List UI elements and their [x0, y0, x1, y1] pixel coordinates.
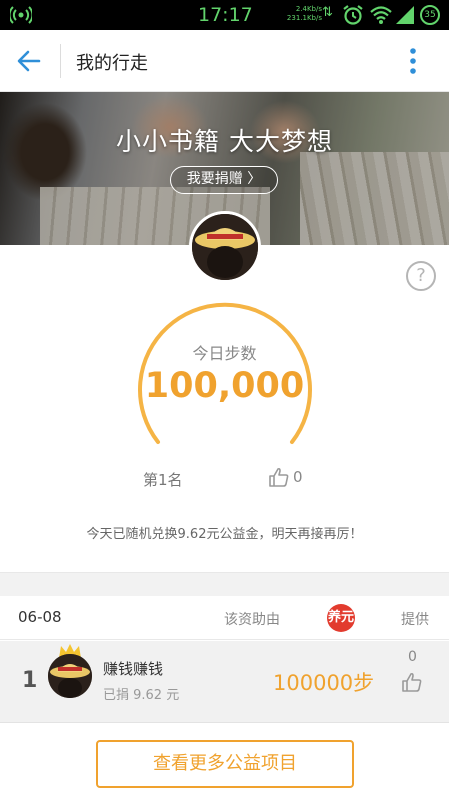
network-speed: 2.4Kb/s 231.1Kb/s — [286, 5, 322, 22]
sponsor-label: 该资助由 — [224, 612, 280, 628]
alarm-icon — [343, 5, 363, 25]
banner-headline: 小小书籍 大大梦想 — [116, 127, 333, 156]
avatar[interactable] — [189, 211, 261, 283]
straw-hat-avatar-icon — [48, 654, 92, 698]
section-divider — [0, 572, 449, 596]
clock: 17:17 — [198, 4, 253, 26]
provide-label: 提供 — [401, 612, 429, 628]
sponsor-logo-icon: 养元 — [327, 604, 355, 632]
rank-label: 第1名 — [143, 471, 183, 489]
divider — [60, 44, 61, 78]
row-username: 赚钱赚钱 — [103, 660, 164, 678]
status-bar: 17:17 2.4Kb/s 231.1Kb/s ⇅ 35 — [0, 0, 449, 30]
row-avatar — [48, 654, 92, 698]
thumbs-up-icon[interactable] — [268, 466, 290, 488]
more-options-icon[interactable] — [404, 46, 422, 76]
donate-button[interactable]: 我要捐赠 〉 — [170, 166, 278, 194]
ranking-date: 06-08 — [18, 608, 62, 626]
back-arrow-icon[interactable] — [16, 48, 42, 74]
page-title: 我的行走 — [76, 53, 148, 74]
app-bar: 我的行走 — [0, 30, 449, 92]
row-steps: 100000步 — [273, 671, 375, 695]
row-rank: 1 — [22, 668, 38, 693]
table-row[interactable]: 1 赚钱赚钱 已捐 9.62 元 100000步 0 — [0, 641, 449, 723]
row-like-count: 0 — [408, 649, 417, 665]
today-steps-value: 100,000 — [144, 366, 305, 406]
more-projects-button[interactable]: 查看更多公益项目 — [96, 740, 354, 788]
battery-indicator: 35 — [420, 5, 440, 25]
data-transfer-icon: ⇅ — [322, 5, 333, 20]
signal-broadcast-icon — [10, 6, 32, 24]
straw-hat-avatar-icon — [192, 214, 258, 280]
wifi-icon — [370, 6, 392, 24]
thumbs-up-icon[interactable] — [401, 671, 423, 693]
cellular-signal-icon — [396, 6, 414, 24]
row-donated: 已捐 9.62 元 — [103, 688, 180, 703]
ranking-header: 06-08 该资助由 养元 提供 — [0, 596, 449, 640]
help-icon[interactable]: ? — [406, 261, 436, 291]
gauge-label: 今日步数 — [192, 344, 257, 363]
exchange-note: 今天已随机兑换9.62元公益金，明天再接再厉！ — [86, 527, 363, 542]
like-count: 0 — [293, 468, 303, 486]
